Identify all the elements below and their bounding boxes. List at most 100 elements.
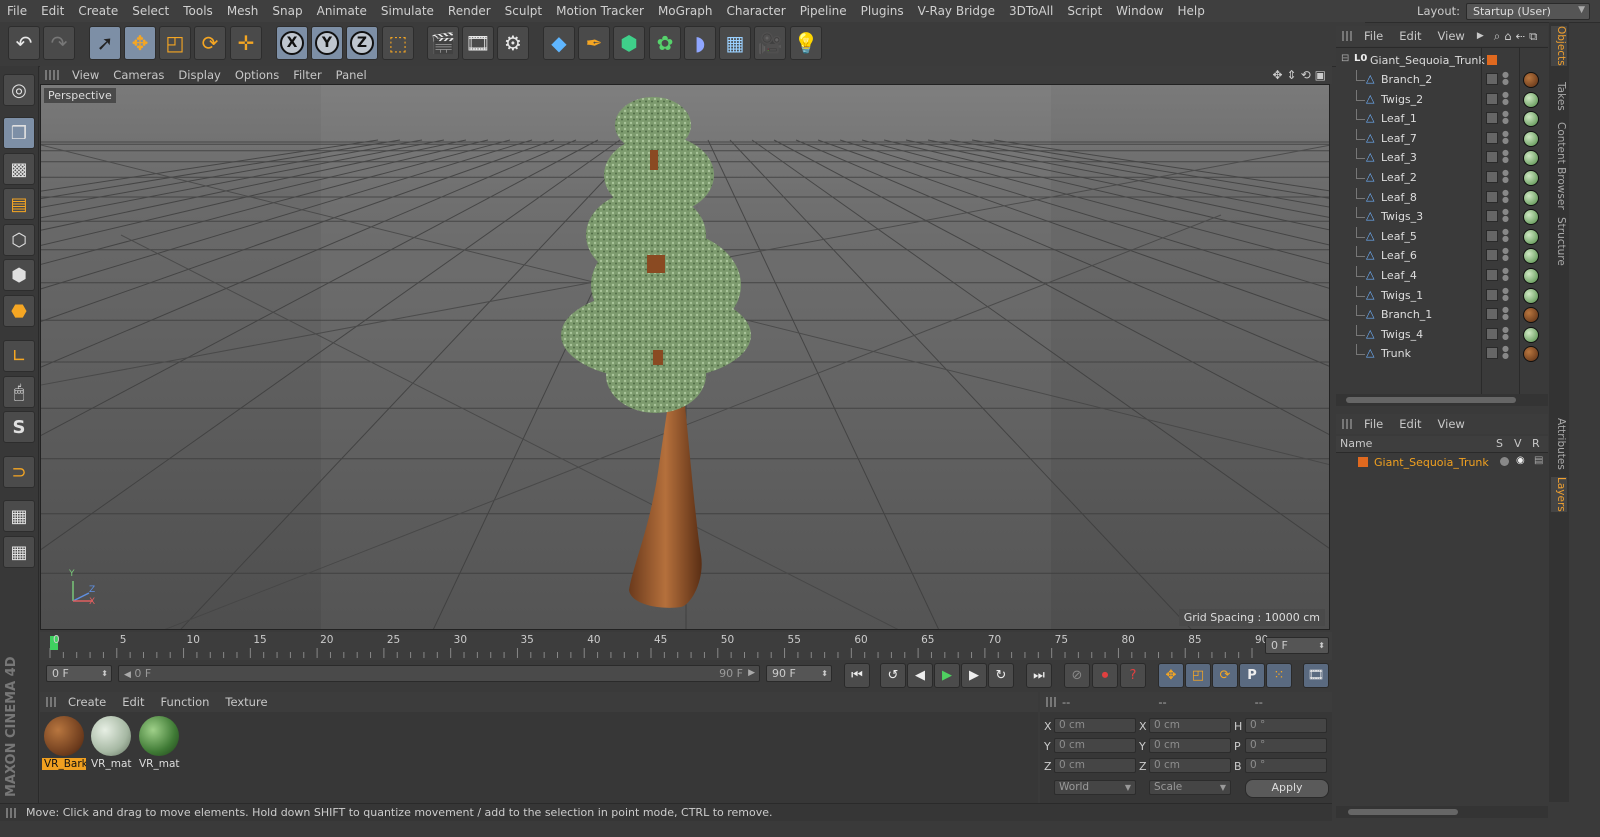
3d-viewport[interactable]: Perspective Grid Spacing : 10000 cm Y Z …: [40, 84, 1330, 630]
scale-tool-button[interactable]: ◰: [159, 26, 191, 60]
snap-toggle-button[interactable]: S: [3, 411, 35, 443]
size-z-field[interactable]: 0 cm: [1149, 758, 1231, 773]
cube-primitive-button[interactable]: ◆: [543, 26, 575, 60]
menu-character[interactable]: Character: [719, 4, 792, 18]
object-row[interactable]: △ Branch_2 ● ●: [1336, 70, 1548, 89]
transform-tool-button[interactable]: ✛: [230, 26, 262, 60]
key-position-button[interactable]: ✥: [1158, 663, 1184, 688]
menu-select[interactable]: Select: [125, 4, 176, 18]
orbit-view-icon[interactable]: ⟲: [1301, 68, 1311, 82]
menu-snap[interactable]: Snap: [265, 4, 309, 18]
cloner-button[interactable]: ✿: [649, 26, 681, 60]
object-row[interactable]: △ Leaf_6 ● ●: [1336, 246, 1548, 265]
scrollbar-thumb[interactable]: [1346, 397, 1516, 403]
object-menu-file[interactable]: File: [1356, 29, 1391, 43]
floor-button[interactable]: ▦: [719, 26, 751, 60]
menu-window[interactable]: Window: [1109, 4, 1170, 18]
menu-simulate[interactable]: Simulate: [374, 4, 441, 18]
viewport-menu-display[interactable]: Display: [171, 68, 227, 82]
material-tag-icon[interactable]: [1523, 72, 1539, 88]
material-menu-texture[interactable]: Texture: [217, 695, 275, 709]
menu-edit[interactable]: Edit: [34, 4, 71, 18]
position-z-field[interactable]: 0 cm: [1054, 758, 1136, 773]
object-row[interactable]: △ Leaf_2 ● ●: [1336, 168, 1548, 187]
material-menu-create[interactable]: Create: [60, 695, 114, 709]
size-y-field[interactable]: 0 cm: [1149, 738, 1231, 753]
material-tag-icon[interactable]: [1523, 189, 1539, 206]
previous-key-button[interactable]: ↺: [880, 663, 906, 688]
material-tag-icon[interactable]: [1523, 287, 1539, 304]
solo-dot-icon[interactable]: [1500, 457, 1509, 466]
previous-frame-button[interactable]: ◀: [907, 663, 933, 688]
menu-plugins[interactable]: Plugins: [854, 4, 911, 18]
layer-toggle-icon[interactable]: [1486, 308, 1498, 321]
object-row[interactable]: △ Leaf_5 ● ●: [1336, 226, 1548, 246]
layer-menu-edit[interactable]: Edit: [1391, 417, 1429, 431]
rotate-tool-button[interactable]: ⟳: [194, 26, 226, 60]
layer-toggle-icon[interactable]: [1486, 151, 1498, 164]
object-row[interactable]: △ Twigs_1 ● ●: [1336, 285, 1548, 305]
y-axis-button[interactable]: Y: [311, 26, 343, 60]
visibility-dots-icon[interactable]: ● ●: [1502, 71, 1509, 86]
rotation-h-field[interactable]: 0 °: [1245, 718, 1327, 733]
object-row[interactable]: △ Leaf_8 ● ●: [1336, 187, 1548, 207]
render-clapper-icon[interactable]: ▤: [1534, 455, 1543, 466]
layout-dropdown[interactable]: Startup (User) ▼: [1466, 2, 1590, 20]
tab-objects[interactable]: Objects: [1551, 26, 1567, 66]
next-key-button[interactable]: ↻: [988, 663, 1014, 688]
menu-script[interactable]: Script: [1060, 4, 1109, 18]
object-row[interactable]: △ Twigs_4 ● ●: [1336, 324, 1548, 344]
layer-toggle-icon[interactable]: [1486, 112, 1498, 125]
material-tag-icon[interactable]: [1523, 170, 1539, 186]
polygon-mode-button[interactable]: ⬣: [3, 295, 35, 327]
material-swatch[interactable]: VR_Bark: [42, 714, 86, 770]
motion-record-button[interactable]: ⊘: [1064, 663, 1090, 688]
rotation-b-field[interactable]: 0 °: [1245, 758, 1327, 773]
pan-view-icon[interactable]: ✥: [1272, 68, 1282, 82]
search-icon[interactable]: ⌕: [1494, 29, 1500, 44]
layer-toggle-icon[interactable]: [1486, 269, 1498, 281]
object-row[interactable]: △ Leaf_4 ● ●: [1336, 266, 1548, 285]
collapse-icon[interactable]: ⊟: [1341, 53, 1349, 64]
material-tag-icon[interactable]: [1523, 209, 1539, 226]
viewport-menu-filter[interactable]: Filter: [286, 68, 328, 82]
texture-mode-button[interactable]: ▩: [3, 153, 35, 185]
visibility-dots-icon[interactable]: ● ●: [1502, 188, 1509, 203]
menu-mesh[interactable]: Mesh: [220, 4, 266, 18]
layer-toggle-icon[interactable]: [1486, 347, 1498, 360]
visibility-dots-icon[interactable]: ● ●: [1502, 208, 1509, 223]
viewport-menu-view[interactable]: View: [65, 68, 106, 82]
apply-button[interactable]: Apply: [1245, 779, 1329, 798]
material-tag-icon[interactable]: [1523, 346, 1539, 363]
enable-snap-button[interactable]: ⊃: [3, 456, 35, 488]
maximize-view-icon[interactable]: ▣: [1315, 68, 1326, 82]
preview-range-slider[interactable]: ◀ 0 F 90 F ▶: [118, 665, 760, 682]
layer-list-scrollbar[interactable]: [1336, 806, 1548, 818]
layer-toggle-icon[interactable]: [1486, 92, 1498, 105]
object-menu-view[interactable]: View: [1430, 29, 1473, 43]
menu-3dtoall[interactable]: 3DToAll: [1002, 4, 1060, 18]
layer-toggle-icon[interactable]: [1486, 249, 1498, 262]
object-row[interactable]: △ Twigs_3 ● ●: [1336, 207, 1548, 226]
edge-mode-button[interactable]: ⬢: [3, 259, 35, 291]
key-scale-button[interactable]: ◰: [1185, 663, 1211, 688]
dolly-view-icon[interactable]: ⇕: [1287, 68, 1297, 82]
scrollbar-thumb[interactable]: [1348, 809, 1458, 815]
tab-attributes[interactable]: Attributes: [1551, 418, 1567, 470]
object-row[interactable]: △ Trunk ● ●: [1336, 344, 1548, 363]
render-picture-viewer-button[interactable]: 🎞: [462, 26, 494, 60]
pen-spline-button[interactable]: ✒: [578, 26, 610, 60]
material-tag-icon[interactable]: [1523, 326, 1539, 343]
material-menu-edit[interactable]: Edit: [114, 695, 152, 709]
new-window-icon[interactable]: ⧉: [1529, 29, 1537, 44]
menu-animate[interactable]: Animate: [310, 4, 374, 18]
object-row[interactable]: △ Leaf_3 ● ●: [1336, 148, 1548, 167]
visibility-dots-icon[interactable]: ● ●: [1502, 286, 1509, 301]
layer-toggle-icon[interactable]: [1486, 131, 1498, 144]
locked-workplane-button[interactable]: ▦: [3, 500, 35, 532]
menu-v-ray-bridge[interactable]: V-Ray Bridge: [911, 4, 1002, 18]
visibility-dots-icon[interactable]: ● ●: [1502, 129, 1509, 144]
end-frame-field[interactable]: 90 F ⬍: [766, 665, 832, 682]
model-mode-button[interactable]: ❒: [3, 117, 35, 149]
record-keys-button[interactable]: ⏺: [1092, 663, 1118, 688]
